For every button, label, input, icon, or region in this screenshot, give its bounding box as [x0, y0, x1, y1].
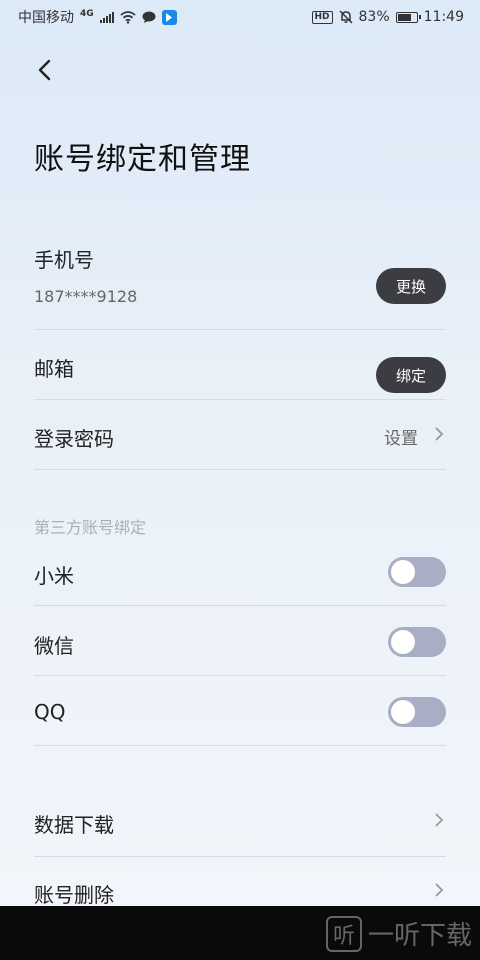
xiaomi-toggle[interactable]: [388, 557, 446, 587]
delete-account-label: 账号删除: [34, 883, 114, 907]
battery-icon: [395, 11, 421, 23]
carrier-name: 中国移动: [18, 10, 74, 26]
qq-toggle[interactable]: [388, 697, 446, 727]
wechat-label: 微信: [34, 634, 74, 658]
app-notification-icon: [161, 9, 177, 25]
divider: [34, 675, 446, 676]
divider: [34, 605, 446, 606]
watermark-logo-icon: 听: [325, 915, 362, 952]
network-type: 4G: [80, 9, 94, 19]
divider: [34, 745, 446, 746]
divider: [34, 469, 446, 470]
watermark: 听 一听下载: [325, 915, 472, 952]
watermark-text: 一听下载: [367, 921, 472, 951]
bind-email-button[interactable]: 绑定: [375, 357, 446, 393]
page-title: 账号绑定和管理: [34, 142, 251, 177]
message-icon: [142, 11, 156, 23]
chevron-right-icon: [435, 883, 444, 897]
clock: 11:49: [423, 9, 464, 25]
xiaomi-label: 小米: [34, 564, 74, 588]
phone-label: 手机号: [34, 248, 94, 272]
data-download-row[interactable]: 数据下载: [34, 786, 446, 856]
delete-account-row[interactable]: 账号删除: [34, 857, 446, 907]
status-bar: 中国移动 4G HD 83% 11:49: [0, 0, 480, 34]
chevron-right-icon: [435, 427, 444, 441]
password-set-text: 设置: [384, 429, 418, 449]
change-phone-button[interactable]: 更换: [375, 268, 446, 304]
toggle-knob: [391, 560, 415, 584]
wifi-icon: [120, 10, 136, 24]
hd-icon: HD: [311, 10, 333, 24]
wechat-toggle[interactable]: [388, 627, 446, 657]
data-download-label: 数据下载: [34, 813, 114, 837]
battery-percent: 83%: [358, 9, 390, 25]
chevron-right-icon: [435, 813, 444, 827]
divider: [34, 329, 446, 330]
toggle-knob: [391, 700, 415, 724]
qq-label: QQ: [34, 700, 66, 724]
section-title: 第三方账号绑定: [34, 518, 147, 537]
signal-icon: [99, 11, 114, 23]
password-label: 登录密码: [34, 427, 114, 451]
back-arrow-icon[interactable]: [34, 58, 58, 82]
mute-bell-icon: [338, 10, 353, 24]
toggle-knob: [391, 630, 415, 654]
